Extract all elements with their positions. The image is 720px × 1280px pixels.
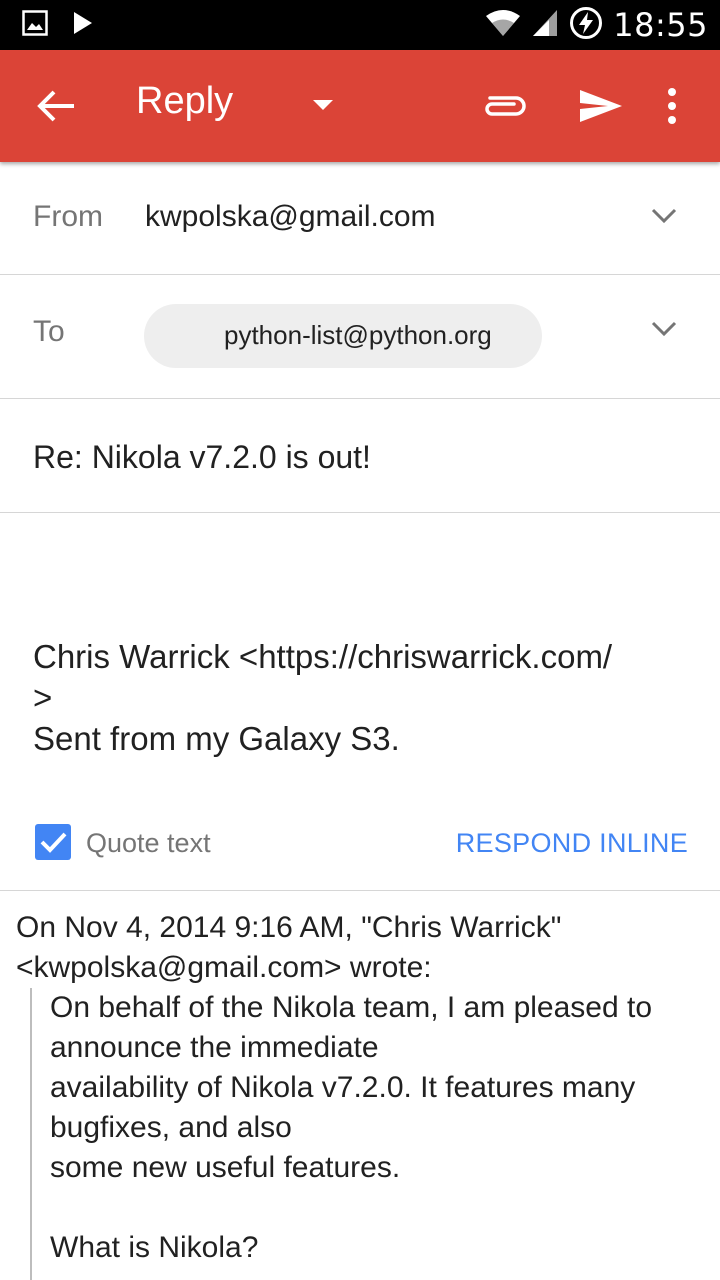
image-notification-icon xyxy=(22,10,48,41)
respond-inline-button[interactable]: RESPOND INLINE xyxy=(456,828,688,859)
attribution-line: <kwpolska@gmail.com> wrote: xyxy=(16,951,432,984)
quoted-line: some new useful features. xyxy=(50,1151,401,1184)
reply-mode-selector[interactable]: Reply xyxy=(136,80,233,123)
subject-field[interactable]: Re: Nikola v7.2.0 is out! xyxy=(33,439,371,476)
quote-text-label[interactable]: Quote text xyxy=(86,828,211,859)
dropdown-caret-icon[interactable] xyxy=(312,98,334,117)
play-store-icon xyxy=(72,10,94,41)
compose-body[interactable]: Chris Warrick <https://chriswarrick.com/… xyxy=(33,636,703,759)
cell-signal-icon xyxy=(531,8,559,43)
quoted-body: On behalf of the Nikola team, I am pleas… xyxy=(50,988,710,1268)
quoted-line: On behalf of the Nikola team, I am pleas… xyxy=(50,991,653,1024)
from-label: From xyxy=(33,200,103,233)
signature-line: Sent from my Galaxy S3. xyxy=(33,720,400,757)
status-time: 18:55 xyxy=(613,6,708,44)
checkmark-icon xyxy=(35,832,71,864)
signature-line: Chris Warrick <https://chriswarrick.com/ xyxy=(33,638,613,675)
quoted-line: bugfixes, and also xyxy=(50,1111,292,1144)
attribution-line: On Nov 4, 2014 9:16 AM, "Chris Warrick" xyxy=(16,911,562,944)
back-arrow-icon xyxy=(34,90,78,132)
back-button[interactable] xyxy=(34,84,78,128)
page-title: Reply xyxy=(136,80,234,122)
recipient-chip[interactable]: python-list@python.org xyxy=(144,304,542,368)
wifi-icon xyxy=(485,8,521,43)
quoted-attribution: On Nov 4, 2014 9:16 AM, "Chris Warrick" … xyxy=(16,908,706,988)
send-icon[interactable] xyxy=(576,84,624,133)
from-account[interactable]: kwpolska@gmail.com xyxy=(145,200,436,234)
from-row[interactable]: From kwpolska@gmail.com xyxy=(0,162,720,275)
to-label: To xyxy=(33,315,65,348)
chevron-down-icon[interactable] xyxy=(650,319,678,344)
quote-bar xyxy=(30,988,32,1280)
quoted-line xyxy=(50,1188,710,1228)
quoted-line: What is Nikola? xyxy=(50,1231,259,1264)
battery-charging-icon xyxy=(569,6,603,45)
status-bar: 18:55 xyxy=(0,0,720,50)
signature-line: > xyxy=(33,679,53,716)
recipient-address: python-list@python.org xyxy=(224,320,492,350)
quote-text-checkbox[interactable] xyxy=(35,824,71,860)
subject-row[interactable]: Re: Nikola v7.2.0 is out! xyxy=(0,399,720,513)
status-bar-system: 18:55 xyxy=(485,6,708,44)
quoted-line: announce the immediate xyxy=(50,1031,379,1064)
quote-controls: Quote text RESPOND INLINE xyxy=(0,812,720,891)
more-vert-icon[interactable] xyxy=(656,84,688,133)
to-row[interactable]: To python-list@python.org xyxy=(0,275,720,399)
attach-icon[interactable] xyxy=(480,84,528,133)
chevron-down-icon[interactable] xyxy=(650,206,678,231)
quoted-line: availability of Nikola v7.2.0. It featur… xyxy=(50,1071,636,1104)
app-bar: Reply xyxy=(0,50,720,162)
status-bar-notifications xyxy=(22,10,94,41)
